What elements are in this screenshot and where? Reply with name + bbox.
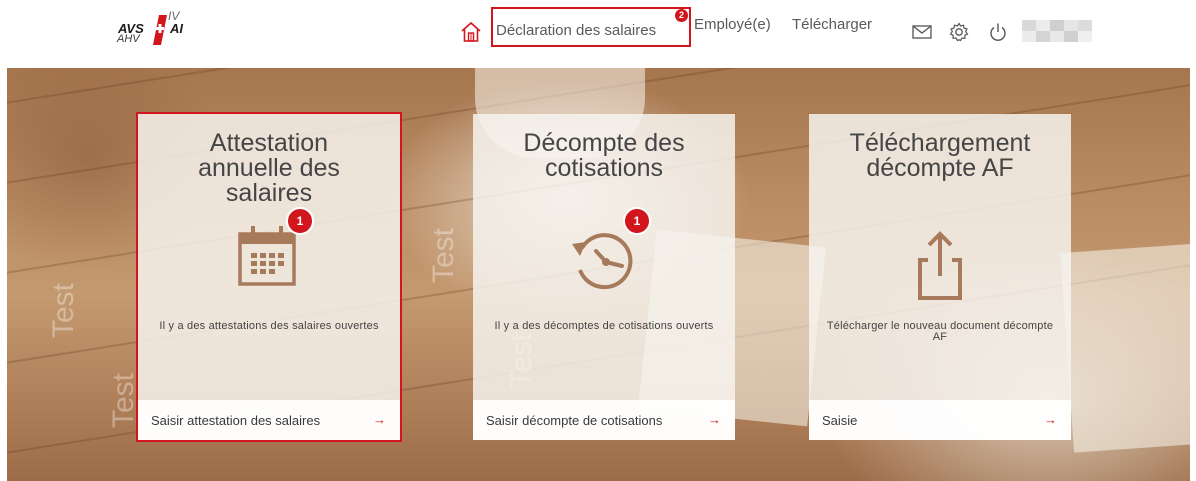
- watermark-text: Test: [47, 282, 80, 338]
- card-description: Il y a des décomptes de cotisations ouve…: [494, 320, 714, 332]
- card-action-saisir-attestation[interactable]: Saisir attestation des salaires →: [138, 400, 400, 440]
- card-description: Télécharger le nouveau document décompte…: [826, 320, 1054, 343]
- card-title-line: Décompte des: [523, 129, 685, 157]
- upload-share-icon: [918, 231, 962, 300]
- avs-ai-logo[interactable]: IV AVS AHV AI: [112, 7, 202, 47]
- card-title-line: décompte AF: [866, 154, 1014, 182]
- swiss-cross-icon: [153, 15, 167, 45]
- nav-declaration-label: Déclaration des salaires: [496, 22, 657, 39]
- card-title-line: Attestation: [209, 129, 329, 157]
- hero-background: Test Test Test Test Attestation annuelle…: [7, 68, 1190, 481]
- card-title-line: salaires: [225, 179, 313, 207]
- card-action-label: Saisie: [822, 413, 858, 428]
- user-name-redacted[interactable]: [1022, 20, 1092, 42]
- arrow-right-icon: →: [708, 412, 721, 427]
- nav-download[interactable]: Télécharger: [792, 16, 872, 33]
- card-action-saisir-decompte[interactable]: Saisir décompte de cotisations →: [473, 400, 735, 440]
- nav-declaration-salaires[interactable]: Déclaration des salaires: [491, 7, 691, 47]
- logo-ai-text: AI: [170, 21, 183, 36]
- card-decompte-cotisations[interactable]: Décompte des cotisations 1 Il y a des dé…: [473, 114, 735, 440]
- card-description: Il y a des attestations des salaires ouv…: [159, 320, 379, 332]
- card-action-label: Saisir attestation des salaires: [151, 413, 321, 428]
- card-action-saisie[interactable]: Saisie →: [809, 400, 1071, 440]
- power-icon[interactable]: [987, 21, 1009, 43]
- watermark-text: Test: [107, 372, 140, 428]
- nav-employee[interactable]: Employé(e): [694, 16, 771, 33]
- home-icon[interactable]: [460, 21, 482, 43]
- arrow-right-icon: →: [1044, 412, 1057, 427]
- card-telechargement-af[interactable]: Téléchargement décompte AF Télécharger l…: [809, 114, 1071, 440]
- card-title-line: annuelle des: [198, 154, 340, 182]
- card-title: Téléchargement décompte AF: [809, 131, 1071, 181]
- logo-ahv-text: AHV: [117, 33, 140, 45]
- envelope-icon[interactable]: [911, 21, 933, 43]
- card-notification-badge: 1: [286, 207, 314, 235]
- top-header: IV AVS AHV AI Déclaration des salaires 2…: [0, 0, 1196, 64]
- card-action-label: Saisir décompte de cotisations: [486, 413, 663, 428]
- watermark-text: Test: [427, 227, 460, 283]
- card-notification-badge: 1: [623, 207, 651, 235]
- card-title-line: Téléchargement: [849, 129, 1031, 157]
- newspaper-decoration: [1060, 243, 1190, 453]
- card-attestation-salaires[interactable]: Attestation annuelle des salaires 1 Il y…: [136, 112, 402, 442]
- card-title: Décompte des cotisations: [473, 131, 735, 181]
- nav-notification-badge: 2: [675, 9, 688, 22]
- card-title-line: cotisations: [544, 154, 664, 182]
- arrow-right-icon: →: [373, 412, 386, 427]
- card-title: Attestation annuelle des salaires: [138, 131, 400, 206]
- gear-icon[interactable]: [948, 21, 970, 43]
